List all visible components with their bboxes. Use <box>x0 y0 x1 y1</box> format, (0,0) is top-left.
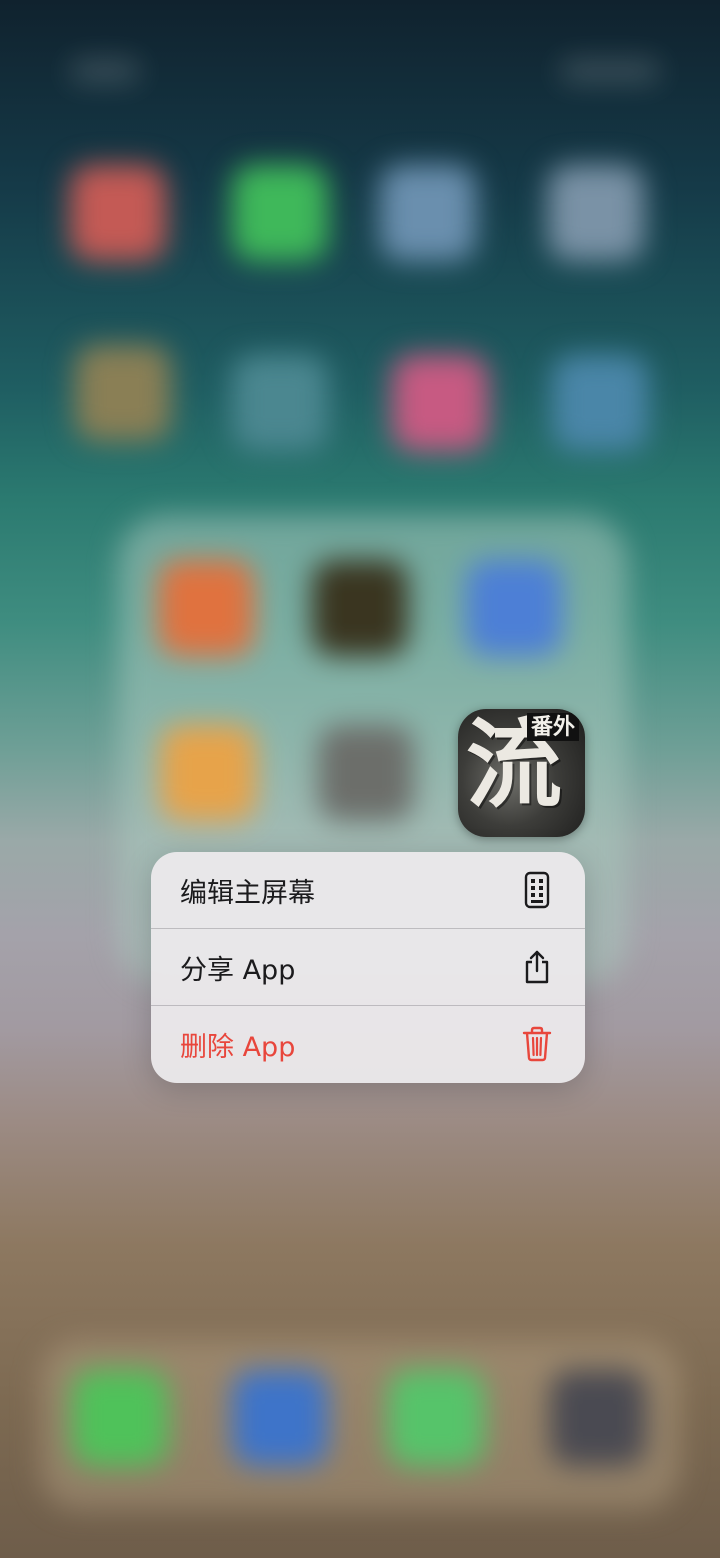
blurred-app-icon <box>392 355 488 451</box>
trash-icon <box>519 1024 555 1064</box>
blurred-app-icon <box>548 165 644 261</box>
blurred-app-icon <box>232 355 328 451</box>
blurred-home-screen-background <box>0 0 720 1558</box>
blurred-app-icon <box>318 725 414 821</box>
blurred-app-icon <box>160 725 256 821</box>
menu-item-label: 编辑主屏幕 <box>180 877 315 909</box>
blurred-app-icon <box>70 165 166 261</box>
menu-item-label: 分享 App <box>180 954 296 986</box>
menu-item-delete-app[interactable]: 删除 App <box>151 1006 585 1082</box>
app-context-menu: 编辑主屏幕 分享 App 删除 App <box>151 852 585 1083</box>
phone-grid-icon <box>519 870 555 910</box>
app-icon[interactable]: 流 番外 <box>458 709 585 837</box>
blurred-app-icon <box>232 165 328 261</box>
home-screen: 流 番外 编辑主屏幕 分享 App 删除 App <box>0 0 720 1558</box>
status-time-blur <box>70 60 140 82</box>
blurred-dock-icon <box>232 1370 328 1466</box>
blurred-app-icon <box>380 165 476 261</box>
app-icon-tag: 番外 <box>526 713 579 742</box>
menu-item-share-app[interactable]: 分享 App <box>151 929 585 1005</box>
blurred-app-icon <box>158 560 254 656</box>
blurred-app-icon <box>466 560 562 656</box>
status-indicators-blur <box>560 60 660 82</box>
menu-item-edit-home-screen[interactable]: 编辑主屏幕 <box>151 852 585 928</box>
blurred-dock-icon <box>388 1370 484 1466</box>
blurred-dock-icon <box>72 1370 168 1466</box>
share-icon <box>519 947 555 987</box>
menu-item-label: 删除 App <box>180 1031 296 1063</box>
blurred-app-icon <box>312 560 408 656</box>
blurred-dock-icon <box>550 1370 646 1466</box>
blurred-app-icon <box>552 355 648 451</box>
blurred-app-icon <box>75 345 171 441</box>
